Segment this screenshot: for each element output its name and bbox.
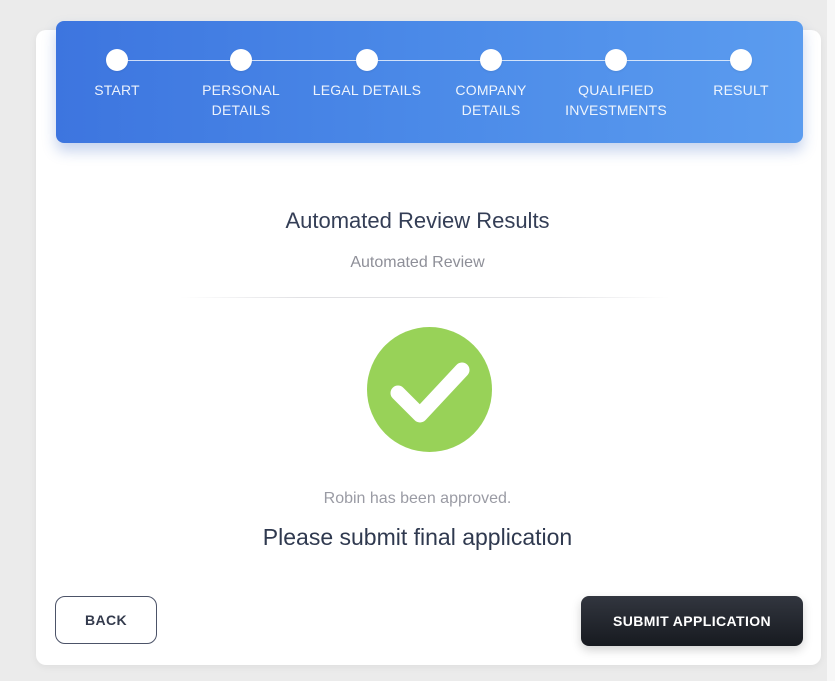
step-label: LEGAL DETAILS	[312, 82, 422, 98]
step-label: RESULT	[713, 82, 769, 98]
step-legal-details[interactable]: LEGAL DETAILS	[297, 49, 437, 100]
step-label: QUALIFIED INVESTMENTS	[565, 82, 667, 118]
step-dot	[605, 49, 627, 71]
step-dot	[730, 49, 752, 71]
step-start[interactable]: START	[47, 49, 187, 100]
section-divider	[180, 297, 670, 298]
review-subtitle: Automated Review	[350, 254, 485, 271]
step-company-details[interactable]: COMPANY DETAILS	[421, 49, 561, 120]
step-label: START	[94, 82, 140, 98]
review-title: Automated Review Results	[285, 208, 550, 233]
step-dot	[356, 49, 378, 71]
progress-stepper: START PERSONAL DETAILS LEGAL DETAILS COM…	[56, 21, 803, 143]
checkmark-circle-icon	[367, 327, 492, 452]
submit-application-button[interactable]: SUBMIT APPLICATION	[581, 596, 803, 646]
step-dot	[106, 49, 128, 71]
submit-instruction-text: Please submit final application	[262, 524, 573, 550]
page-edge-strip	[827, 0, 835, 681]
step-qualified-investments[interactable]: QUALIFIED INVESTMENTS	[546, 49, 686, 120]
approval-status-text: Robin has been approved.	[323, 490, 512, 507]
step-label: COMPANY DETAILS	[455, 82, 527, 118]
back-button[interactable]: BACK	[55, 596, 157, 644]
step-dot	[480, 49, 502, 71]
step-label: PERSONAL DETAILS	[202, 82, 280, 118]
step-personal-details[interactable]: PERSONAL DETAILS	[171, 49, 311, 120]
step-dot	[230, 49, 252, 71]
step-result[interactable]: RESULT	[671, 49, 811, 100]
